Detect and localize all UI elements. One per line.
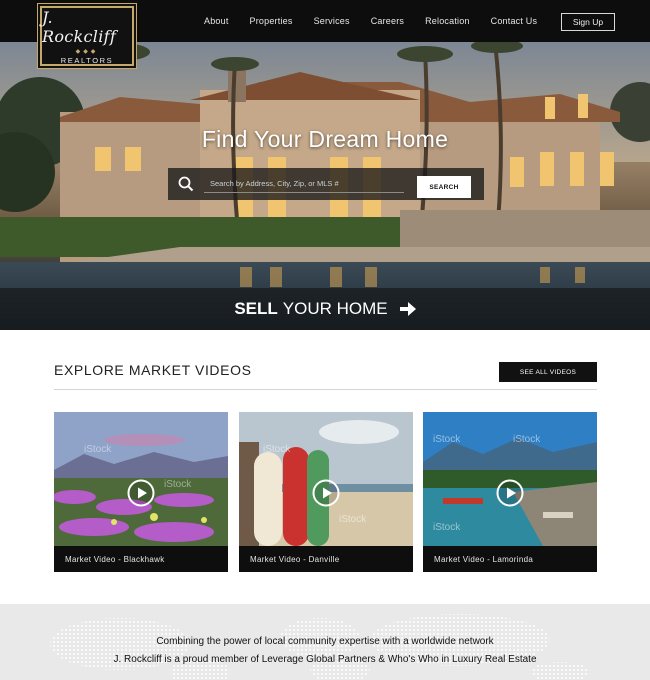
- watermark-text: iStock: [433, 434, 461, 445]
- watermark-text: iStock: [433, 522, 461, 533]
- hero-banner: Find Your Dream Home SEARCH SELL YOUR HO…: [0, 42, 650, 330]
- video-caption: Market Video - Blackhawk: [54, 546, 228, 572]
- search-input[interactable]: [204, 175, 404, 193]
- watermark-text: iStock: [513, 434, 541, 445]
- network-membership-text: J. Rockcliff is a proud member of Levera…: [113, 654, 537, 665]
- section-divider: [54, 389, 597, 390]
- play-icon[interactable]: [127, 479, 155, 507]
- watermark-text: iStock: [263, 444, 291, 455]
- video-card-lamorinda[interactable]: iStock iStock iStock Market Video - Lamo…: [423, 412, 597, 572]
- nav-about[interactable]: About: [204, 16, 229, 26]
- see-all-videos-button[interactable]: SEE ALL VIDEOS: [499, 362, 597, 382]
- network-section: Combining the power of local community e…: [0, 604, 650, 680]
- network-tagline: Combining the power of local community e…: [156, 636, 494, 647]
- logo-subtitle: REALTORS: [60, 55, 114, 65]
- logo-ornament: ◆◆◆: [75, 48, 99, 55]
- search-button[interactable]: SEARCH: [417, 176, 471, 198]
- sell-your-home-link[interactable]: SELL YOUR HOME: [0, 288, 650, 330]
- nav-relocation[interactable]: Relocation: [425, 16, 470, 26]
- search-icon[interactable]: [178, 176, 194, 192]
- nav-careers[interactable]: Careers: [371, 16, 404, 26]
- watermark-text: iStock: [339, 514, 367, 525]
- watermark-text: iStock: [164, 479, 192, 490]
- nav-services[interactable]: Services: [314, 16, 350, 26]
- logo-script-text: J. Rockcliff: [42, 7, 117, 46]
- nav-properties[interactable]: Properties: [250, 16, 293, 26]
- video-caption: Market Video - Lamorinda: [423, 546, 597, 572]
- nav-contact-us[interactable]: Contact Us: [491, 16, 538, 26]
- sell-label-rest: YOUR HOME: [282, 299, 388, 318]
- main-nav: About Properties Services Careers Reloca…: [204, 0, 558, 42]
- play-icon[interactable]: [312, 479, 340, 507]
- video-card-blackhawk[interactable]: iStock iStock Market Video - Blackhawk: [54, 412, 228, 572]
- watermark-text: iStock: [84, 444, 112, 455]
- search-bar: SEARCH: [168, 168, 484, 200]
- site-logo[interactable]: J. Rockcliff ◆◆◆ REALTORS: [40, 6, 134, 66]
- section-title: EXPLORE MARKET VIDEOS: [54, 362, 252, 378]
- arrow-right-icon: [399, 302, 416, 316]
- sell-label-bold: SELL: [234, 299, 278, 318]
- play-icon[interactable]: [496, 479, 524, 507]
- sign-up-button[interactable]: Sign Up: [561, 13, 615, 31]
- hero-title: Find Your Dream Home: [201, 126, 449, 152]
- video-caption: Market Video - Danville: [239, 546, 413, 572]
- video-card-danville[interactable]: iStock iStock Market Video - Danville: [239, 412, 413, 572]
